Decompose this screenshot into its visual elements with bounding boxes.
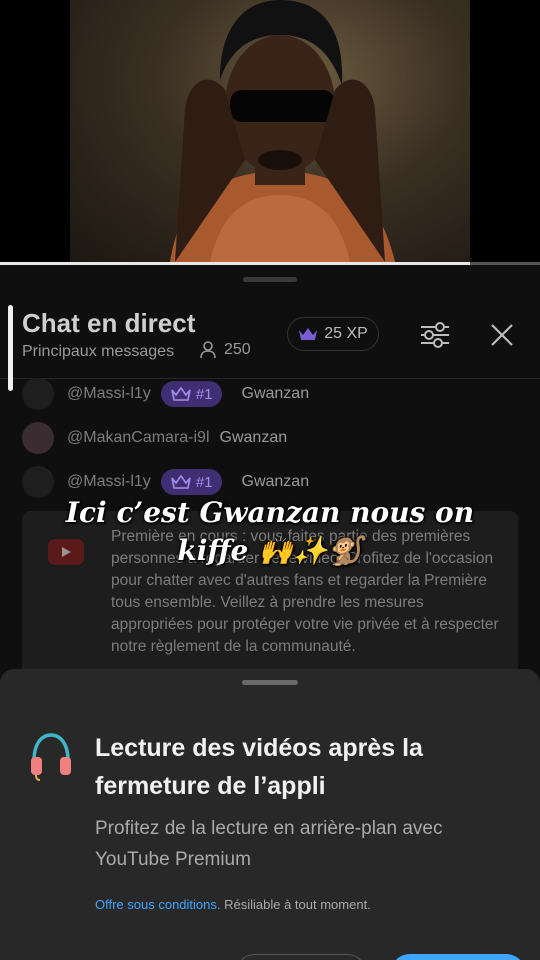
video-player[interactable] [0,0,540,265]
message-text: Gwanzan [219,429,288,446]
video-caption-overlay: Ici c’est Gwanzan nous on kiffe 🙌✨🐒 [0,494,540,570]
sheet-title: Lecture des vidéos après la fermeture de… [95,734,423,800]
sheet-terms: Offre sous conditions. Résiliable à tout… [95,897,371,912]
chat-message[interactable]: @Massi-l1y #1 Gwanzan [22,378,309,410]
rank-label: #1 [195,473,213,491]
video-thumbnail-figure [170,0,395,262]
close-icon[interactable] [487,320,517,350]
crown-icon [171,474,191,489]
rank-label: #1 [195,385,213,403]
caption-line-2: kiffe 🙌✨🐒 [177,534,363,567]
crown-icon [171,386,191,401]
message-author[interactable]: @Massi-l1y [67,385,151,403]
xp-badge[interactable]: 25 XP [287,317,379,351]
caption-line-1: Ici c’est Gwanzan nous on [65,496,475,529]
message-author[interactable]: @MakanCamara-i9l [67,429,210,447]
viewer-count: 250 [200,341,251,359]
message-author[interactable]: @Massi-l1y [67,473,151,491]
scroll-indicator[interactable] [8,305,13,391]
terms-text: Résiliable à tout moment. [220,897,371,912]
chat-mode-selector[interactable]: Principaux messages [22,343,174,361]
crown-icon [299,328,318,340]
offer-conditions-link[interactable]: Offre sous conditions. [95,897,221,912]
filter-settings-icon[interactable] [418,320,452,350]
xp-value: 25 XP [324,325,368,342]
sheet-drag-handle[interactable] [242,680,298,685]
rank-badge: #1 [160,469,222,495]
headphones-icon [31,733,71,781]
message-text: Gwanzan [241,473,310,490]
avatar[interactable] [22,378,54,410]
chat-title: Chat en direct [22,308,196,338]
person-icon [200,341,216,359]
try-premium-button[interactable] [390,954,526,960]
dismiss-button[interactable] [235,954,367,960]
premium-promo-sheet: Lecture des vidéos après la fermeture de… [0,669,540,960]
rank-badge: #1 [160,381,222,407]
sheet-subtitle: Profitez de la lecture en arrière-plan a… [95,818,443,870]
avatar[interactable] [22,422,54,454]
message-text: Gwanzan [241,385,310,402]
chat-drag-handle[interactable] [243,277,297,282]
viewer-count-value: 250 [224,341,251,358]
chat-message[interactable]: @MakanCamara-i9l Gwanzan [22,422,287,454]
